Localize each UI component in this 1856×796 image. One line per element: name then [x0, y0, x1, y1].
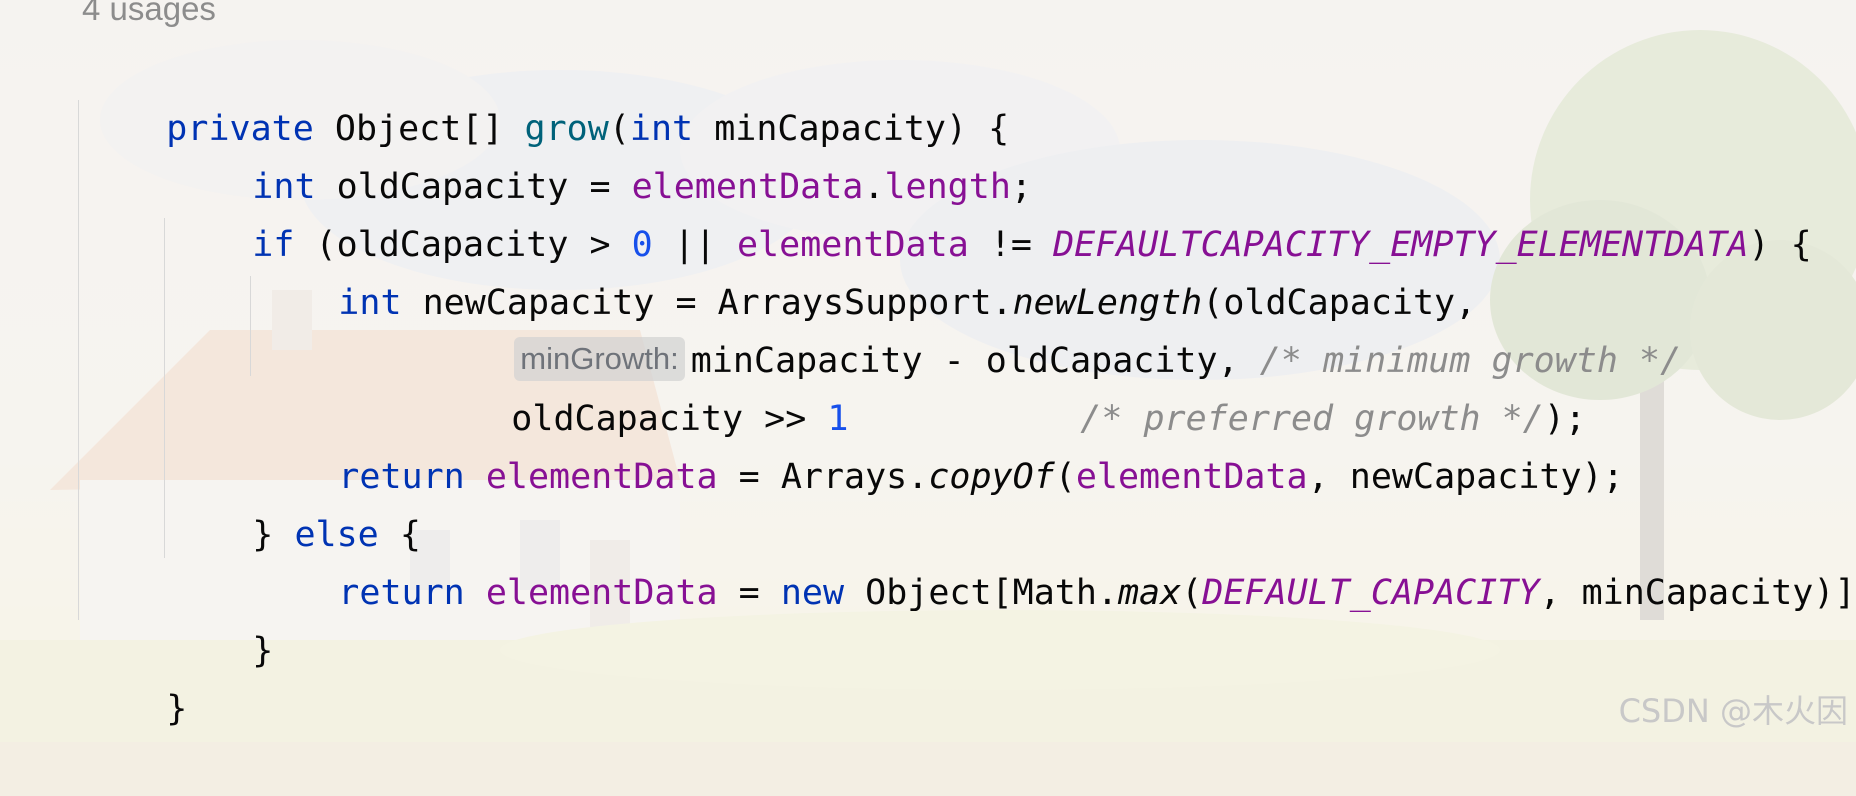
indent-guide [78, 100, 79, 620]
token-static-method: max [1117, 573, 1182, 613]
token-field: elementData [1075, 457, 1308, 497]
code-line-9[interactable]: return elementData = new Object[Math.max… [254, 506, 1856, 613]
code-line-6[interactable]: oldCapacity >> 1 /* preferred growth */)… [427, 332, 1586, 439]
token-text: } [252, 631, 274, 671]
indent-guide [250, 276, 251, 376]
code-line-5[interactable]: minGrowth: minCapacity - oldCapacity, /* … [430, 274, 1681, 381]
code-line-4[interactable]: int newCapacity = ArraysSupport.newLengt… [254, 216, 1476, 323]
usages-hint[interactable]: 4 usages [82, 0, 216, 28]
code-editor[interactable]: 4 usages private Object[] grow(int minCa… [0, 0, 1856, 742]
code-line-10[interactable]: } [168, 564, 273, 671]
indent-guide [164, 218, 165, 558]
code-line-2[interactable]: int oldCapacity = elementData.length; [168, 100, 1032, 207]
code-line-1[interactable]: private Object[] grow(int minCapacity) { [82, 42, 1009, 149]
token-field: elementData [485, 457, 718, 497]
token-constant: DEFAULT_CAPACITY [1202, 573, 1540, 613]
token-text: } [166, 689, 188, 729]
watermark: CSDN @木火因 [1618, 692, 1848, 730]
token-text: ( [1054, 457, 1076, 497]
token-keyword: new [780, 573, 845, 613]
token-text: ( [1181, 573, 1203, 613]
code-line-8[interactable]: } else { [168, 448, 421, 555]
token-text: = [717, 573, 781, 613]
token-text: = Arrays. [717, 457, 929, 497]
code-line-3[interactable]: if (oldCapacity > 0 || elementData != DE… [168, 158, 1811, 265]
token-text: Object[Math. [844, 573, 1118, 613]
token-field: elementData [485, 573, 718, 613]
token-keyword: return [338, 573, 465, 613]
code-line-7[interactable]: return elementData = Arrays.copyOf(eleme… [254, 390, 1623, 497]
token-keyword: int [338, 283, 402, 323]
token-text: , newCapacity); [1307, 457, 1624, 497]
token-text: ) { [1748, 225, 1812, 265]
code-line-11[interactable]: } [82, 622, 187, 729]
token-static-method: copyOf [928, 457, 1055, 497]
token-text: , minCapacity)]; [1539, 573, 1856, 613]
